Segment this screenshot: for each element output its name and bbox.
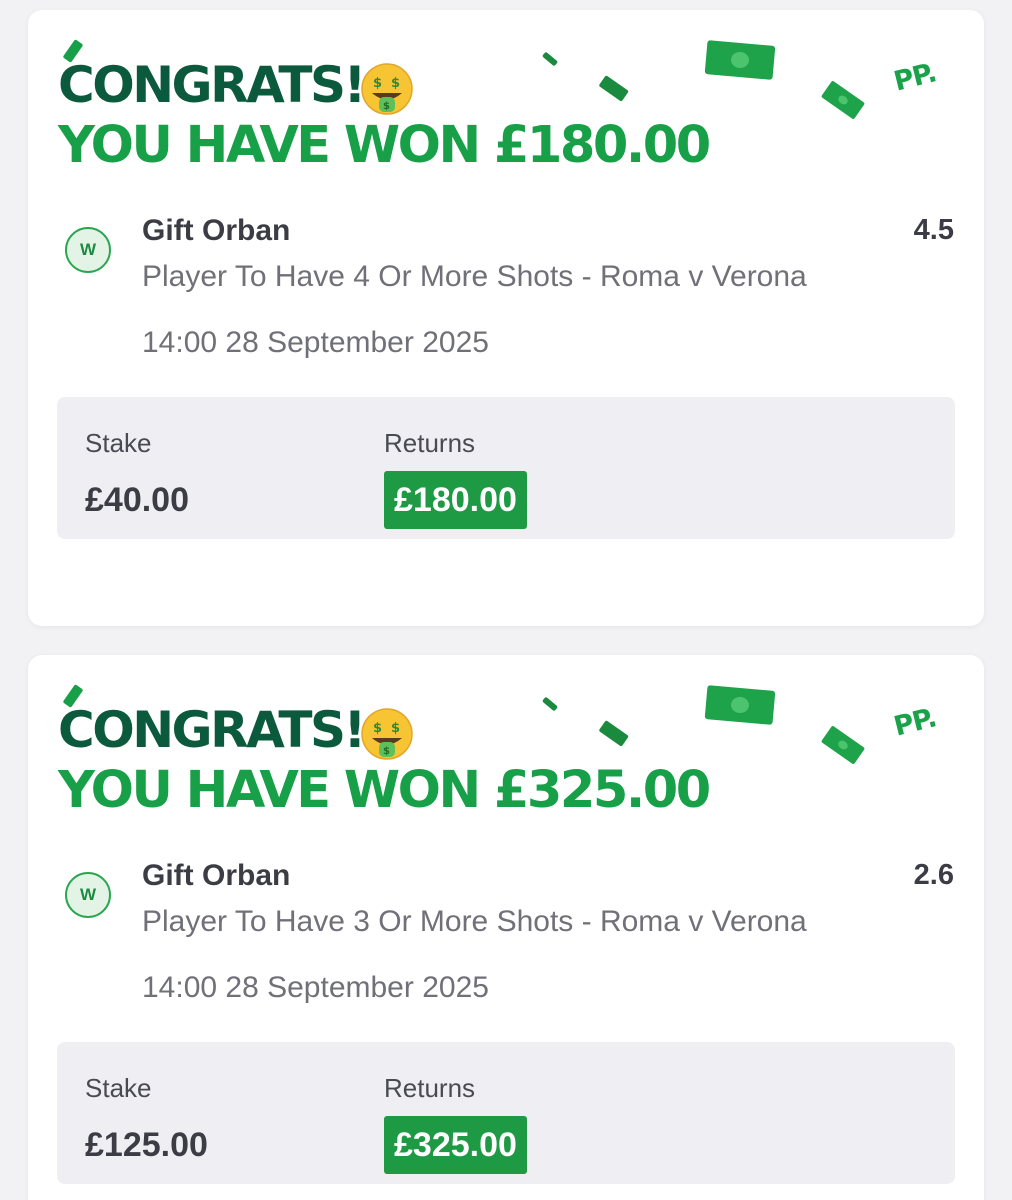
returns-label: Returns [384,428,476,458]
bet-summary-panel: Stake £125.00 Returns £325.00 [57,1042,955,1184]
returns-label: Returns [384,1073,476,1103]
svg-text:$: $ [391,721,400,736]
bet-results-page: CONGRATS! $ $ $ YOU HAVE WON £180.00 PP.… [0,0,1012,1200]
svg-text:$: $ [373,76,382,91]
win-result-badge: W [65,872,111,918]
congrats-title: CONGRATS! [58,56,366,114]
market-description: Player To Have 4 Or More Shots - Roma v … [142,260,807,293]
bet-card[interactable]: CONGRATS! $ $ $ YOU HAVE WON £180.00 PP.… [28,10,984,626]
event-datetime: 14:00 28 September 2025 [142,971,489,1004]
svg-text:$: $ [373,721,382,736]
win-amount-headline: YOU HAVE WON £180.00 [58,116,711,175]
returns-value: £325.00 [384,1116,527,1174]
selection-odds: 2.6 [913,859,954,891]
win-amount-headline: YOU HAVE WON £325.00 [58,761,711,820]
money-mouth-face-icon: $ $ $ [361,708,413,760]
win-result-badge: W [65,227,111,273]
bet-card[interactable]: CONGRATS! $ $ $ YOU HAVE WON £325.00 PP.… [28,655,984,1200]
svg-text:$: $ [391,76,400,91]
congrats-title: CONGRATS! [58,701,366,759]
selection-name: Gift Orban [142,859,291,892]
stake-label: Stake [85,428,152,458]
bet-summary-panel: Stake £40.00 Returns £180.00 [57,397,955,539]
selection-odds: 4.5 [913,214,954,246]
svg-text:$: $ [383,746,390,757]
money-mouth-face-icon: $ $ $ [361,63,413,115]
stake-label: Stake [85,1073,152,1103]
selection-name: Gift Orban [142,214,291,247]
event-datetime: 14:00 28 September 2025 [142,326,489,359]
stake-value: £125.00 [85,1126,208,1164]
stake-value: £40.00 [85,481,189,519]
svg-text:$: $ [383,101,390,112]
returns-value: £180.00 [384,471,527,529]
market-description: Player To Have 3 Or More Shots - Roma v … [142,905,807,938]
